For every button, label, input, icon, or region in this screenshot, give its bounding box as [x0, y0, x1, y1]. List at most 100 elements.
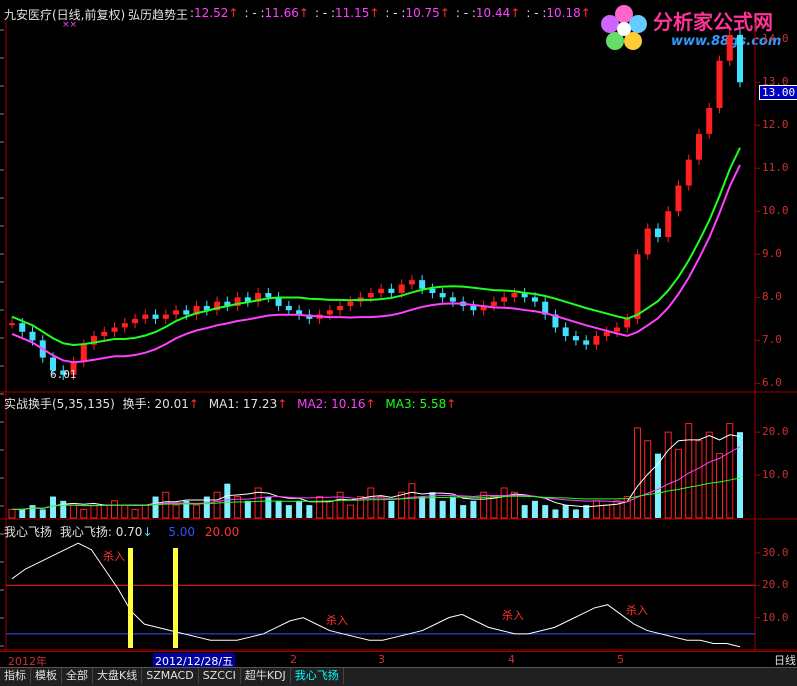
candle-body: [737, 34, 743, 83]
ma2-label: MA2:: [297, 397, 328, 411]
vol-tick-label: 20.0: [762, 425, 789, 439]
volume-bar: [388, 500, 395, 518]
ma2-value: 10.16: [331, 397, 366, 411]
volume-bar: [60, 500, 67, 518]
price-tick-label: 10.0: [762, 204, 789, 218]
turnover-value: 20.01: [154, 397, 189, 411]
osc-tick-label: 30.0: [762, 545, 789, 559]
ma1-label: MA1:: [208, 397, 240, 411]
osc-value: 0.70: [115, 525, 143, 539]
volume-bar: [306, 505, 313, 518]
candle-body: [654, 228, 661, 238]
osc-line2: 20.00: [204, 525, 240, 539]
candle-body: [624, 318, 631, 328]
volume-bar: [326, 500, 334, 519]
volume-bar: [521, 505, 528, 518]
volume-bar: [152, 496, 159, 518]
candle-body: [572, 336, 579, 341]
volume-bar: [80, 508, 88, 519]
volume-bar: [715, 453, 723, 519]
volume-bar: [346, 504, 354, 519]
candle-body: [173, 310, 180, 315]
candle-body: [101, 331, 108, 337]
volume-bar: [172, 504, 180, 519]
candle-body: [583, 340, 590, 345]
volume-title: 实战换手(5,35,135): [4, 397, 115, 411]
volume-bar: [336, 491, 344, 519]
volume-panel: [8, 423, 743, 519]
candle-body: [347, 301, 354, 306]
price-tick-label: 11.0: [762, 161, 789, 175]
ma3-value: 5.58: [419, 397, 447, 411]
candle-body: [665, 211, 672, 238]
volume-bar: [70, 504, 78, 519]
ma3-label: MA3:: [385, 397, 416, 411]
candle-body: [408, 280, 415, 285]
volume-bar: [562, 505, 569, 518]
tab-2[interactable]: 全部: [62, 668, 93, 684]
volume-bar: [367, 487, 375, 519]
candle-body: [695, 133, 702, 160]
candle-body: [675, 185, 682, 212]
candle-body: [470, 305, 477, 311]
volume-bar: [552, 509, 559, 518]
candle-body: [490, 301, 497, 306]
tab-3[interactable]: 大盘K线: [93, 668, 143, 684]
volume-bar: [213, 491, 221, 519]
volume-bar: [162, 491, 170, 519]
chart-window: 九安医疗(日线,前复权) 弘历趋势王 :12.52↑: - :11.66↑: -…: [0, 0, 797, 686]
volume-bar: [121, 504, 129, 519]
candle-body: [142, 314, 149, 319]
osc-line1: 5.00: [168, 525, 196, 539]
volume-bar: [50, 496, 57, 518]
current-price-badge: 13.00: [759, 85, 797, 100]
volume-bar: [8, 508, 16, 519]
signal-bar: [173, 548, 178, 648]
volume-bar: [623, 496, 631, 519]
volume-bar: [419, 496, 426, 518]
volume-bar: [19, 509, 26, 518]
price-tick-label: 12.0: [762, 118, 789, 132]
buy-label: 杀入: [626, 604, 648, 617]
tab-0[interactable]: 指标: [0, 668, 31, 684]
candle-body: [285, 305, 292, 311]
candle-body: [162, 314, 169, 319]
volume-bar: [244, 500, 251, 518]
candle-body: [603, 331, 610, 337]
candle-body: [367, 293, 374, 298]
volume-bar: [685, 423, 693, 519]
volume-bar: [296, 500, 303, 518]
candle-body: [183, 310, 190, 315]
volume-bar: [603, 504, 611, 519]
candle-body: [531, 297, 538, 302]
osc-header: 我心飞扬 我心飞扬: 0.70↓ 5.00 20.00: [4, 525, 240, 539]
vol-ma3-line: [12, 477, 741, 510]
tab-4[interactable]: SZMACD: [142, 668, 199, 684]
tab-6[interactable]: 超牛KDJ: [241, 668, 291, 684]
volume-bar: [460, 505, 467, 518]
candle-body: [29, 331, 36, 341]
volume-bar: [726, 423, 734, 519]
candle-body: [439, 293, 446, 298]
volume-bar: [592, 500, 600, 519]
date-axis: 2012年 2012/12/28/五 2 3 4 5: [0, 651, 797, 669]
candle-body: [644, 228, 651, 255]
tab-5[interactable]: SZCCI: [199, 668, 241, 684]
buy-label: 杀入: [326, 614, 348, 627]
volume-bar: [664, 431, 672, 519]
tab-1[interactable]: 模板: [31, 668, 62, 684]
volume-bar: [705, 431, 713, 519]
volume-bar: [275, 500, 282, 518]
current-price: 13.00: [762, 86, 796, 99]
candle-body: [726, 34, 733, 61]
candle-body: [337, 305, 344, 311]
candle-body: [429, 288, 436, 294]
volume-bar: [265, 496, 272, 518]
price-tick-label: 8.0: [762, 290, 782, 304]
candle-body: [388, 288, 395, 294]
candle-body: [501, 297, 508, 302]
candle-body: [9, 323, 15, 326]
tab-7[interactable]: 我心飞扬: [291, 668, 344, 684]
candle-body: [121, 323, 128, 328]
candle-body: [613, 327, 620, 332]
